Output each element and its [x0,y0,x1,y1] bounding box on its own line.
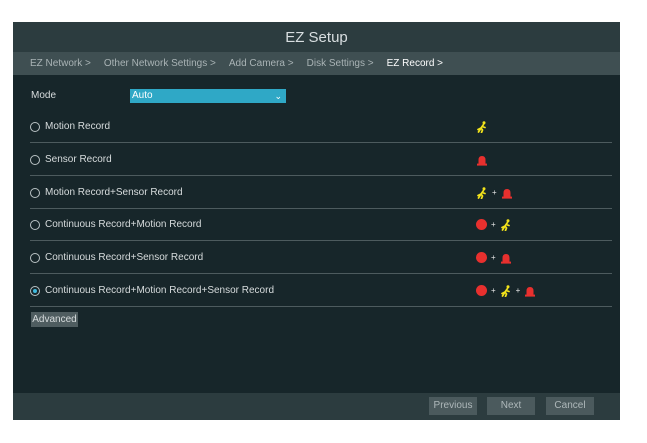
motion-icon [500,218,512,231]
advanced-button[interactable]: Advanced [31,312,78,327]
ez-setup-window: EZ Setup EZ Network > Other Network Sett… [13,22,620,420]
record-option-row[interactable]: Motion Record [30,111,612,143]
mode-select[interactable]: Auto ⌄ [130,89,286,103]
record-option-radio-group[interactable]: Sensor Record [30,144,112,175]
continuous-record-icon [476,219,487,230]
radio-button[interactable] [30,285,40,296]
continuous-record-icon [476,252,487,263]
plus-sign: + [492,188,497,197]
plus-sign: + [491,220,496,229]
motion-icon [476,120,488,133]
mode-value: Auto [132,90,153,101]
record-type-icons [476,144,488,175]
breadcrumb-ez-record[interactable]: EZ Record > [387,58,443,69]
record-type-icons: + [476,209,512,240]
record-option-row[interactable]: Continuous Record+Motion Record + [30,209,612,241]
record-option-row[interactable]: Motion Record+Sensor Record + [30,177,612,209]
record-type-icons: + [476,177,513,208]
chevron-down-icon: ⌄ [274,91,282,101]
record-option-label: Continuous Record+Motion Record+Sensor R… [45,285,275,296]
record-option-label: Continuous Record+Sensor Record [45,252,204,263]
record-type-icons: + [476,242,512,273]
record-option-row[interactable]: Continuous Record+Sensor Record + [30,242,612,274]
record-type-icons: + + [476,275,536,306]
record-option-radio-group[interactable]: Continuous Record+Motion Record+Sensor R… [30,275,274,306]
breadcrumb-ez-network[interactable]: EZ Network > [30,58,91,69]
footer-bar: Previous Next Cancel [13,393,620,420]
cancel-button[interactable]: Cancel [546,397,594,415]
continuous-record-icon [476,285,487,296]
sensor-alarm-icon [524,285,536,297]
plus-sign: + [491,286,496,295]
record-option-radio-group[interactable]: Motion Record [30,111,110,142]
mode-label: Mode [31,90,57,101]
sensor-alarm-icon [476,154,488,166]
record-option-label: Sensor Record [45,154,112,165]
plus-sign: + [491,253,496,262]
plus-sign: + [515,286,521,295]
sensor-alarm-icon [500,252,512,264]
window-title: EZ Setup [13,22,620,52]
breadcrumb: EZ Network > Other Network Settings > Ad… [13,52,620,75]
record-option-row[interactable]: Continuous Record+Motion Record+Sensor R… [30,275,612,307]
radio-button[interactable] [30,154,40,165]
breadcrumb-add-camera[interactable]: Add Camera > [229,58,294,69]
breadcrumb-disk-settings[interactable]: Disk Settings > [307,58,374,69]
record-option-label: Continuous Record+Motion Record [45,219,202,230]
radio-button[interactable] [30,252,40,263]
breadcrumb-other-network-settings[interactable]: Other Network Settings > [104,58,216,69]
radio-button[interactable] [30,187,40,198]
previous-button[interactable]: Previous [429,397,477,415]
record-option-label: Motion Record [45,121,111,132]
record-type-icons [476,111,488,142]
motion-icon [500,284,512,297]
next-button[interactable]: Next [487,397,535,415]
radio-button[interactable] [30,219,40,230]
record-option-row[interactable]: Sensor Record [30,144,612,176]
sensor-alarm-icon [501,187,513,199]
record-option-radio-group[interactable]: Continuous Record+Motion Record [30,209,201,240]
radio-button[interactable] [30,121,40,132]
record-option-label: Motion Record+Sensor Record [45,187,183,198]
motion-icon [476,186,488,199]
record-option-radio-group[interactable]: Continuous Record+Sensor Record [30,242,203,273]
record-option-radio-group[interactable]: Motion Record+Sensor Record [30,177,183,208]
